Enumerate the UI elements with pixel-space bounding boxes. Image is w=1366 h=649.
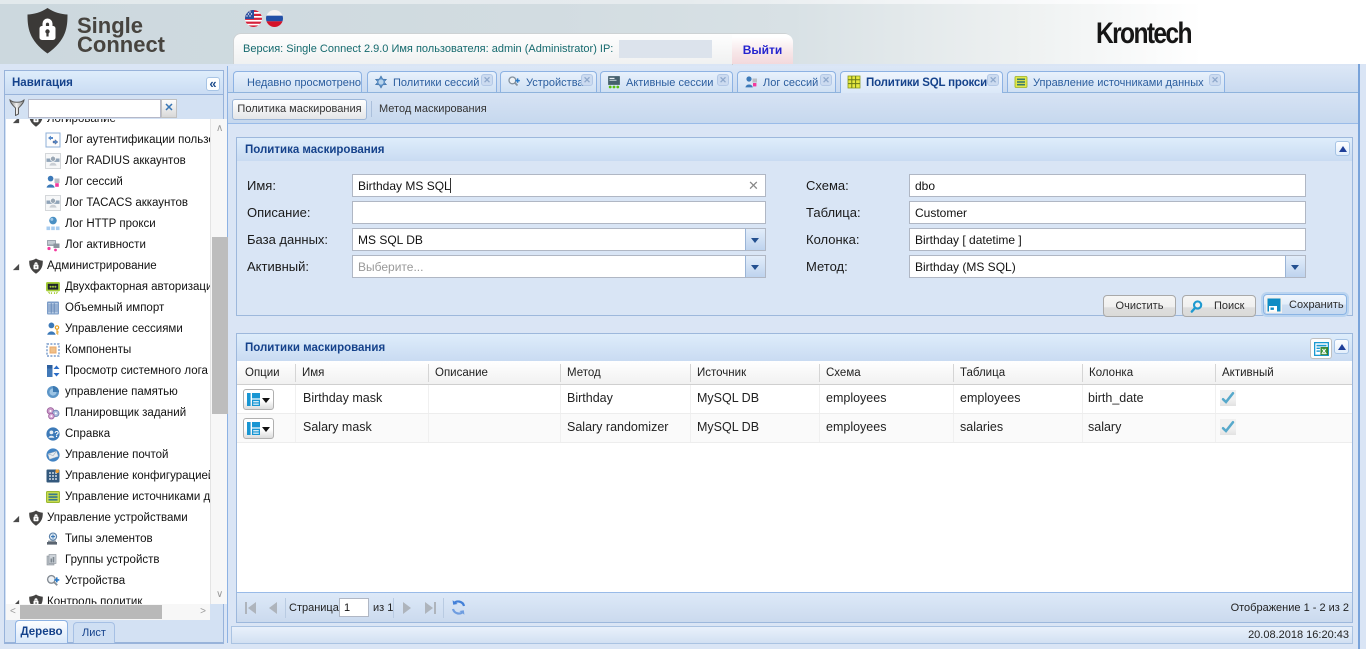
svg-text:?: ? bbox=[54, 430, 59, 439]
